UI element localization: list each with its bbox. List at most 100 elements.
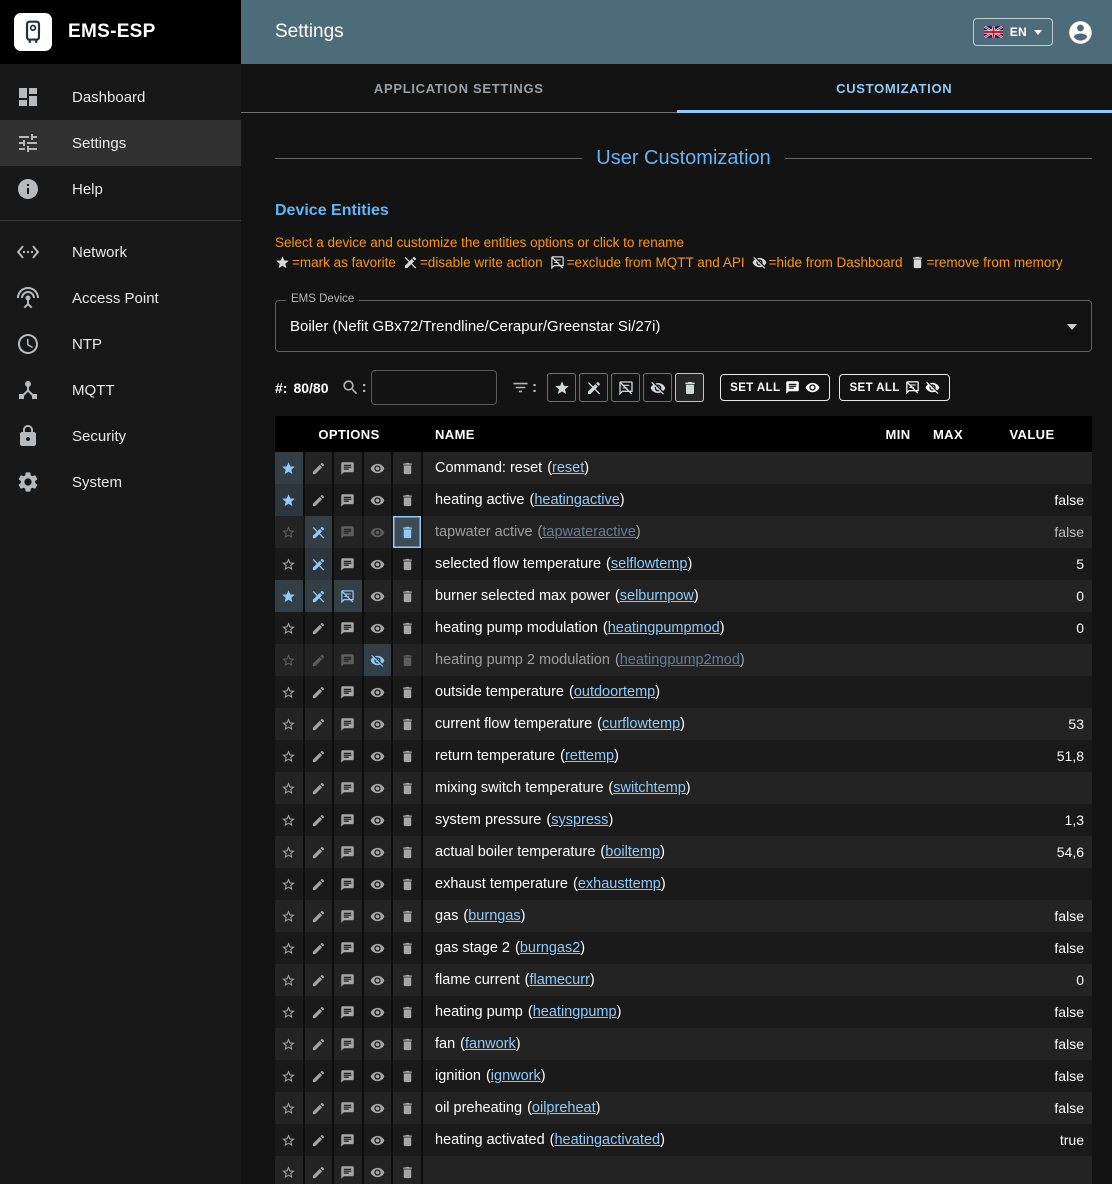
mqtt-exclude-toggle[interactable] (334, 644, 364, 676)
delete-toggle[interactable] (393, 804, 423, 836)
entity-code-link[interactable]: boiltemp (605, 844, 660, 860)
sidebar-item-security[interactable]: Security (0, 413, 241, 459)
delete-toggle[interactable] (393, 708, 423, 740)
sidebar-item-network[interactable]: Network (0, 229, 241, 275)
favorite-toggle[interactable] (275, 1060, 305, 1092)
entity-name[interactable]: fan(fanwork) (423, 1028, 872, 1060)
filter-edit-off-icon[interactable] (579, 373, 608, 402)
entity-code-link[interactable]: tapwateractive (542, 524, 636, 540)
delete-toggle[interactable] (393, 548, 423, 580)
favorite-toggle[interactable] (275, 1156, 305, 1184)
mqtt-exclude-toggle[interactable] (334, 836, 364, 868)
entity-code-link[interactable]: heatingpump2mod (620, 652, 740, 668)
hide-toggle[interactable] (364, 740, 394, 772)
mqtt-exclude-toggle[interactable] (334, 996, 364, 1028)
write-toggle[interactable] (305, 644, 335, 676)
favorite-toggle[interactable] (275, 932, 305, 964)
delete-toggle[interactable] (393, 516, 423, 548)
mqtt-exclude-toggle[interactable] (334, 516, 364, 548)
hide-toggle[interactable] (364, 996, 394, 1028)
delete-toggle[interactable] (393, 900, 423, 932)
entity-code-link[interactable]: reset (552, 460, 584, 476)
sidebar-item-access-point[interactable]: Access Point (0, 275, 241, 321)
mqtt-exclude-toggle[interactable] (334, 932, 364, 964)
entity-name[interactable]: ignition(ignwork) (423, 1060, 872, 1092)
hide-toggle[interactable] (364, 1028, 394, 1060)
favorite-toggle[interactable] (275, 996, 305, 1028)
write-toggle[interactable] (305, 452, 335, 484)
favorite-toggle[interactable] (275, 484, 305, 516)
favorite-toggle[interactable] (275, 708, 305, 740)
favorite-toggle[interactable] (275, 740, 305, 772)
mqtt-exclude-toggle[interactable] (334, 964, 364, 996)
mqtt-exclude-toggle[interactable] (334, 548, 364, 580)
favorite-toggle[interactable] (275, 1092, 305, 1124)
hide-toggle[interactable] (364, 516, 394, 548)
write-toggle[interactable] (305, 516, 335, 548)
write-toggle[interactable] (305, 740, 335, 772)
hide-toggle[interactable] (364, 900, 394, 932)
hide-toggle[interactable] (364, 964, 394, 996)
set-all-show-button[interactable]: SET ALL (720, 374, 830, 401)
entity-code-link[interactable]: switchtemp (613, 780, 686, 796)
entity-name[interactable]: return temperature(rettemp) (423, 740, 872, 772)
hide-toggle[interactable] (364, 772, 394, 804)
delete-toggle[interactable] (393, 484, 423, 516)
hide-toggle[interactable] (364, 612, 394, 644)
entity-code-link[interactable]: heatingactivated (554, 1132, 660, 1148)
entity-code-link[interactable]: heatingpumpmod (608, 620, 720, 636)
mqtt-exclude-toggle[interactable] (334, 1060, 364, 1092)
write-toggle[interactable] (305, 1092, 335, 1124)
entity-code-link[interactable]: selflowtemp (611, 556, 688, 572)
entity-name[interactable]: mixing switch temperature(switchtemp) (423, 772, 872, 804)
hide-toggle[interactable] (364, 708, 394, 740)
favorite-toggle[interactable] (275, 452, 305, 484)
delete-toggle[interactable] (393, 644, 423, 676)
mqtt-exclude-toggle[interactable] (334, 1092, 364, 1124)
hide-toggle[interactable] (364, 804, 394, 836)
favorite-toggle[interactable] (275, 516, 305, 548)
favorite-toggle[interactable] (275, 868, 305, 900)
hide-toggle[interactable] (364, 676, 394, 708)
mqtt-exclude-toggle[interactable] (334, 1028, 364, 1060)
entity-name[interactable]: selected flow temperature(selflowtemp) (423, 548, 872, 580)
favorite-toggle[interactable] (275, 1124, 305, 1156)
entity-code-link[interactable]: oilpreheat (532, 1100, 596, 1116)
hide-toggle[interactable] (364, 1092, 394, 1124)
mqtt-exclude-toggle[interactable] (334, 772, 364, 804)
filter-delete-icon[interactable] (675, 373, 704, 402)
write-toggle[interactable] (305, 580, 335, 612)
filter-comments-off-icon[interactable] (611, 373, 640, 402)
delete-toggle[interactable] (393, 772, 423, 804)
write-toggle[interactable] (305, 1028, 335, 1060)
mqtt-exclude-toggle[interactable] (334, 1156, 364, 1184)
write-toggle[interactable] (305, 964, 335, 996)
favorite-toggle[interactable] (275, 676, 305, 708)
write-toggle[interactable] (305, 676, 335, 708)
mqtt-exclude-toggle[interactable] (334, 484, 364, 516)
favorite-toggle[interactable] (275, 612, 305, 644)
delete-toggle[interactable] (393, 996, 423, 1028)
write-toggle[interactable] (305, 484, 335, 516)
write-toggle[interactable] (305, 548, 335, 580)
delete-toggle[interactable] (393, 1124, 423, 1156)
entity-code-link[interactable]: heatingpump (533, 1004, 617, 1020)
hide-toggle[interactable] (364, 580, 394, 612)
delete-toggle[interactable] (393, 836, 423, 868)
write-toggle[interactable] (305, 1060, 335, 1092)
favorite-toggle[interactable] (275, 1028, 305, 1060)
sidebar-item-settings[interactable]: Settings (0, 120, 241, 166)
favorite-toggle[interactable] (275, 964, 305, 996)
delete-toggle[interactable] (393, 676, 423, 708)
write-toggle[interactable] (305, 996, 335, 1028)
hide-toggle[interactable] (364, 484, 394, 516)
hide-toggle[interactable] (364, 836, 394, 868)
delete-toggle[interactable] (393, 1028, 423, 1060)
sidebar-item-dashboard[interactable]: Dashboard (0, 74, 241, 120)
delete-toggle[interactable] (393, 868, 423, 900)
favorite-toggle[interactable] (275, 548, 305, 580)
entity-code-link[interactable]: outdoortemp (574, 684, 655, 700)
entity-code-link[interactable]: flamecurr (529, 972, 589, 988)
entity-name[interactable]: heating activated(heatingactivated) (423, 1124, 872, 1156)
entity-code-link[interactable]: heatingactive (534, 492, 619, 508)
